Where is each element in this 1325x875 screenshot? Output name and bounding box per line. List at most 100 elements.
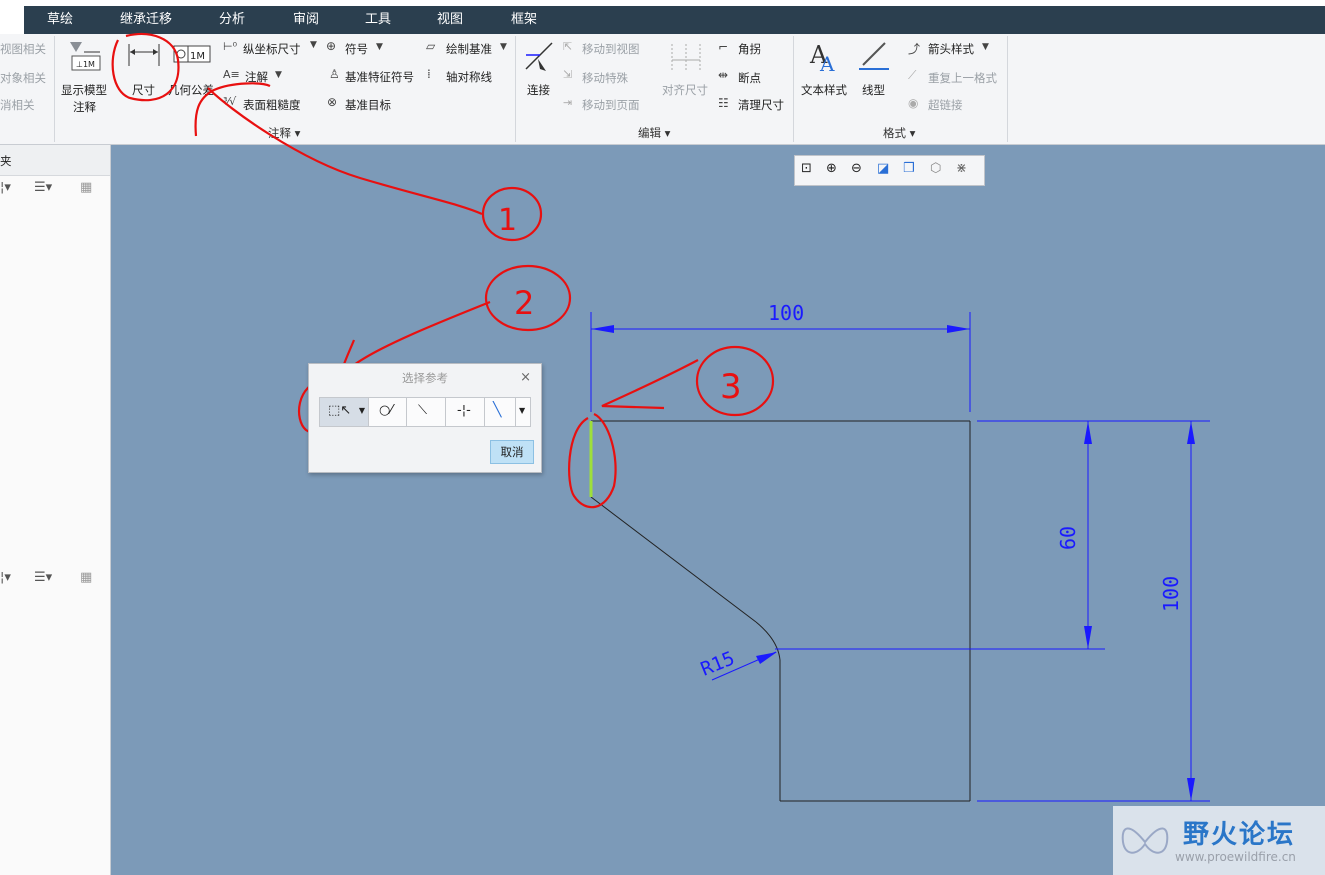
line-style-label[interactable]: 线型 — [862, 82, 885, 98]
tab-view[interactable]: 视图 — [422, 6, 478, 34]
select-line-button[interactable]: ╲ — [484, 397, 516, 427]
cancel-button[interactable]: 取消 — [490, 440, 534, 464]
select-intersection-button[interactable]: -¦- — [445, 397, 485, 427]
layer-filter-icon[interactable]: ▦ — [80, 570, 92, 585]
tab-framework[interactable]: 框架 — [496, 6, 552, 34]
surface-finish-icon[interactable]: ³⁄√ — [223, 95, 236, 108]
draw-datum-icon[interactable]: ▱ — [426, 39, 435, 53]
ribbon-unrelate[interactable]: 消相关 — [0, 97, 35, 113]
zoom-in-icon[interactable]: ⊕ — [826, 161, 837, 176]
arrow-style-label[interactable]: 箭头样式 — [928, 41, 974, 57]
tab-tools[interactable]: 工具 — [350, 6, 406, 34]
break-label[interactable]: 断点 — [738, 70, 761, 86]
group-format-label[interactable]: 格式 ▾ — [883, 125, 915, 141]
dimension-button-label[interactable]: 尺寸 — [132, 82, 155, 98]
break-icon[interactable]: ⇹ — [718, 68, 728, 82]
cleanup-dimensions-label[interactable]: 清理尺寸 — [738, 97, 784, 113]
ribbon-view-related[interactable]: 视图相关 — [0, 41, 46, 57]
ribbon-panel: 视图相关 对象相关 消相关 ⊥1M 显示模型 注释 尺寸 1M 几何公差 ⊢⁰ … — [0, 34, 1325, 145]
file-tab-area[interactable] — [0, 6, 24, 34]
svg-text:A: A — [819, 52, 835, 73]
axis-symmetry-label[interactable]: 轴对称线 — [446, 69, 492, 85]
chevron-down-icon[interactable]: ▼ — [359, 406, 365, 415]
show-model-annotations-label1[interactable]: 显示模型 — [61, 82, 107, 98]
chevron-down-icon[interactable]: ▼ — [275, 70, 282, 80]
symbol-icon[interactable]: ⊕ — [326, 39, 336, 53]
geometric-tolerance-icon[interactable]: 1M — [172, 42, 212, 68]
layer-settings-icon[interactable]: ¦▾ — [0, 570, 11, 585]
tab-analysis[interactable]: 分析 — [204, 6, 260, 34]
move-special-label[interactable]: 移动特殊 — [582, 70, 628, 86]
note-label[interactable]: 注解 — [245, 69, 268, 85]
datum-target-label[interactable]: 基准目标 — [345, 97, 391, 113]
connect-icon[interactable] — [522, 39, 556, 75]
tree-settings-icon[interactable]: ¦▾ — [0, 180, 11, 195]
display-style-icon[interactable]: ❒ — [903, 161, 915, 176]
move-to-page-icon[interactable]: ⇥ — [563, 96, 572, 109]
connect-label[interactable]: 连接 — [527, 82, 550, 98]
text-style-icon[interactable]: A A — [808, 39, 842, 73]
align-dimensions-icon[interactable] — [668, 40, 704, 76]
symbol-label[interactable]: 符号 — [345, 41, 368, 57]
layer-list-icon[interactable]: ☰▾ — [34, 570, 52, 585]
axis-symmetry-icon[interactable]: ⁞ — [427, 67, 431, 81]
select-reference-dialog: 选择参考 × ⬚↖ ▼ ○⁄ ⟍ -¦- ╲ ▼ 取消 — [308, 363, 542, 473]
group-edit-label[interactable]: 编辑 ▾ — [638, 125, 670, 141]
arrow-style-icon[interactable]: ⤴ — [908, 40, 920, 57]
svg-text:1M: 1M — [190, 51, 205, 62]
panel-header: 夹 — [0, 145, 110, 176]
show-model-annotations-label2[interactable]: 注释 — [73, 99, 96, 115]
surface-finish-label[interactable]: 表面粗糙度 — [243, 97, 301, 113]
datum-feature-symbol-icon[interactable]: ♙ — [329, 67, 340, 81]
select-midpoint-button[interactable]: ⟍ — [406, 397, 446, 427]
ordinate-dimension-icon[interactable]: ⊢⁰ — [223, 40, 237, 53]
text-style-label[interactable]: 文本样式 — [801, 82, 847, 98]
drawing-canvas[interactable] — [111, 146, 1325, 875]
ordinate-dimension-label[interactable]: 纵坐标尺寸 — [243, 41, 301, 57]
datum-target-icon[interactable]: ⊗ — [327, 95, 337, 109]
datum-display-icon[interactable]: ⋇ — [956, 161, 967, 176]
move-to-view-label[interactable]: 移动到视图 — [582, 41, 640, 57]
chevron-down-icon[interactable]: ▼ — [376, 42, 383, 52]
shading-icon[interactable]: ⬡ — [930, 161, 941, 176]
align-dimensions-label[interactable]: 对齐尺寸 — [662, 82, 708, 98]
select-cursor-icon: ⬚↖ — [328, 403, 352, 418]
jog-label[interactable]: 角拐 — [738, 41, 761, 57]
select-entity-button[interactable]: ⬚↖ ▼ — [319, 397, 369, 427]
tree-list-icon[interactable]: ☰▾ — [34, 180, 52, 195]
repeat-format-label[interactable]: 重复上一格式 — [928, 70, 997, 86]
intersection-icon: -¦- — [457, 403, 471, 418]
datum-feature-symbol-label[interactable]: 基准特征符号 — [345, 69, 414, 85]
ribbon-tab-bar: 草绘 继承迁移 分析 审阅 工具 视图 框架 — [24, 6, 1325, 34]
chevron-down-icon[interactable]: ▼ — [982, 42, 989, 52]
tab-review[interactable]: 审阅 — [278, 6, 334, 34]
tree-filter-icon[interactable]: ▦ — [80, 180, 92, 195]
tab-inheritance-migration[interactable]: 继承迁移 — [108, 6, 184, 34]
draw-datum-label[interactable]: 绘制基准 — [446, 41, 492, 57]
move-to-page-label[interactable]: 移动到页面 — [582, 97, 640, 113]
refit-icon[interactable]: ⊡ — [801, 161, 812, 176]
svg-text:⊥1M: ⊥1M — [76, 60, 95, 69]
move-to-view-icon[interactable]: ⇱ — [563, 40, 572, 53]
zoom-out-icon[interactable]: ⊖ — [851, 161, 862, 176]
hyperlink-label[interactable]: 超链接 — [928, 97, 963, 113]
show-model-annotations-icon[interactable]: ⊥1M — [66, 40, 104, 72]
jog-icon[interactable]: ⌐ — [718, 40, 728, 54]
hyperlink-icon[interactable]: ◉ — [908, 96, 918, 110]
group-annotate-label[interactable]: 注释 ▾ — [268, 125, 300, 141]
note-icon[interactable]: A≡ — [223, 68, 240, 81]
close-icon[interactable]: × — [520, 370, 531, 385]
move-special-icon[interactable]: ⇲ — [563, 68, 572, 81]
repaint-icon[interactable]: ◪ — [877, 161, 889, 176]
ribbon-object-related[interactable]: 对象相关 — [0, 70, 46, 86]
dimension-icon[interactable] — [126, 40, 162, 70]
select-arc-button[interactable]: ○⁄ — [368, 397, 408, 427]
chevron-down-icon[interactable]: ▼ — [310, 40, 317, 50]
line-style-icon[interactable] — [857, 39, 891, 73]
cleanup-dimensions-icon[interactable]: ☷ — [718, 96, 729, 110]
chevron-down-icon[interactable]: ▼ — [500, 42, 507, 52]
more-options-button[interactable]: ▼ — [515, 397, 531, 427]
geometric-tolerance-label[interactable]: 几何公差 — [168, 82, 214, 98]
repeat-format-icon[interactable]: ⟋ — [908, 68, 916, 83]
tab-sketch[interactable]: 草绘 — [32, 6, 88, 34]
